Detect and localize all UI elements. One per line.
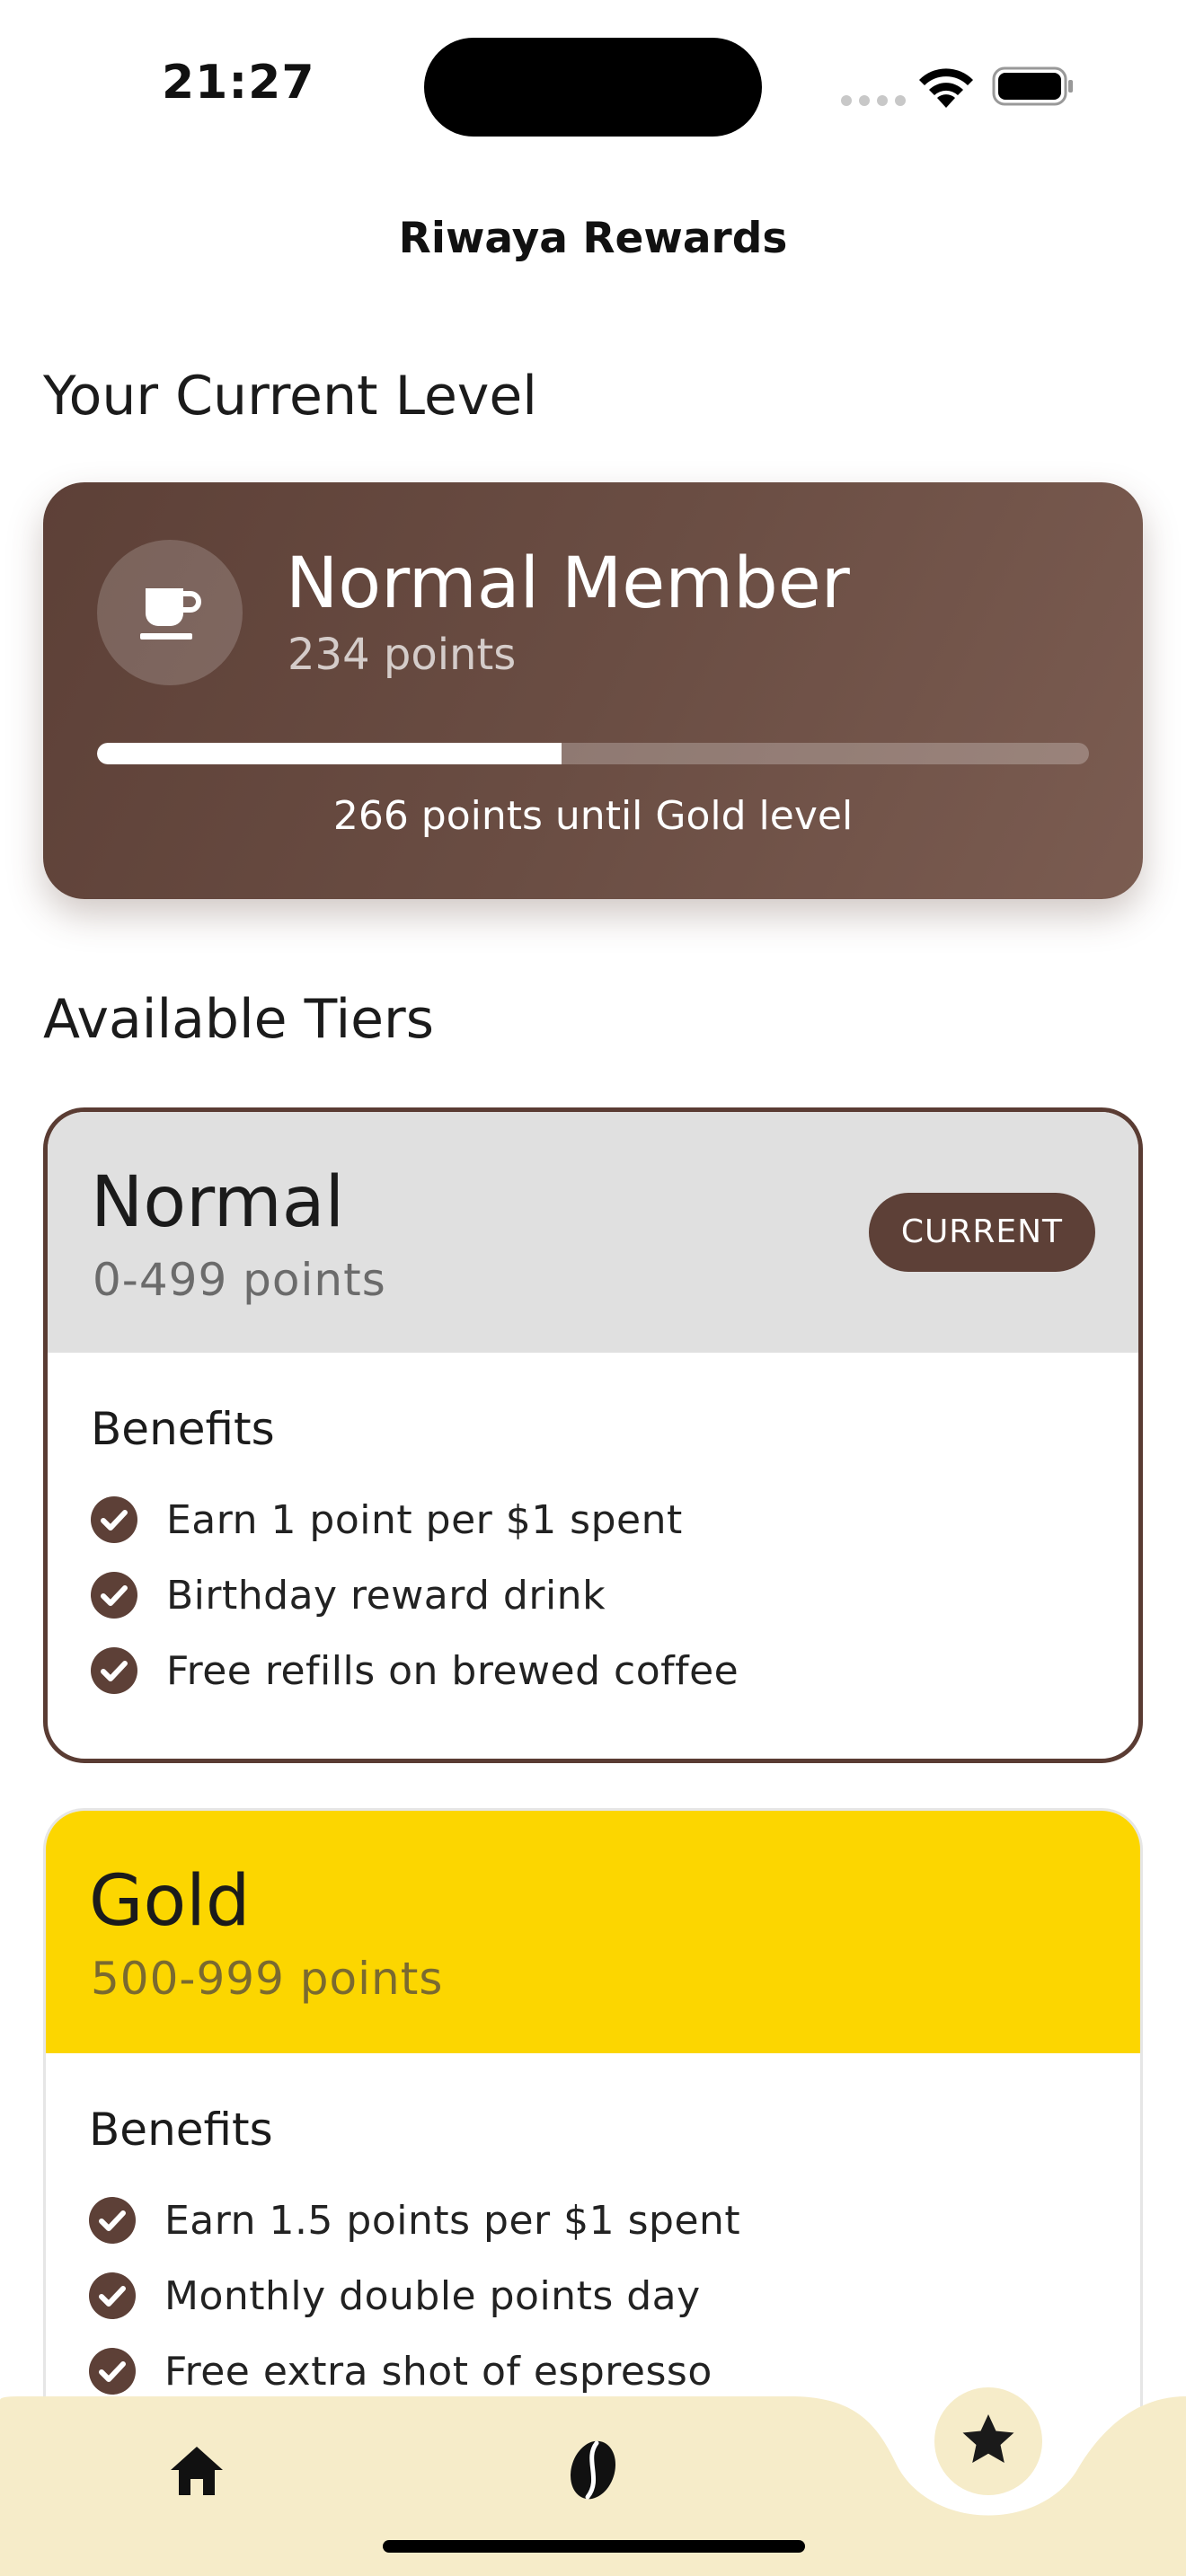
coffee-cup-icon (140, 588, 201, 640)
level-icon-circle (97, 540, 243, 685)
benefit-item: Earn 1 point per $1 spent (91, 1493, 683, 1547)
benefit-item: Birthday reward drink (91, 1568, 606, 1622)
check-circle-icon (89, 2272, 136, 2319)
check-circle-icon (91, 1647, 137, 1694)
level-points: 234 points (288, 630, 517, 680)
benefit-text: Monthly double points day (164, 2272, 701, 2319)
level-progress-bar (97, 743, 1089, 764)
current-badge: CURRENT (868, 1193, 1095, 1272)
coffee-bean-icon[interactable] (566, 2438, 620, 2502)
star-icon (962, 2414, 1014, 2463)
battery-icon (992, 66, 1073, 106)
current-level-heading: Your Current Level (43, 365, 537, 428)
cellular-signal-icon (841, 95, 906, 106)
benefit-text: Birthday reward drink (166, 1572, 606, 1619)
tier-range: 0-499 points (93, 1254, 386, 1306)
current-level-card: Normal Member 234 points 266 points unti… (43, 482, 1143, 899)
tier-range: 500-999 points (91, 1953, 444, 2005)
check-circle-icon (91, 1496, 137, 1543)
progress-caption: 266 points until Gold level (332, 793, 854, 839)
tier-header: Gold 500-999 points (46, 1811, 1140, 2053)
status-time: 21:27 (162, 56, 315, 110)
dynamic-island (424, 38, 762, 137)
home-icon[interactable] (167, 2441, 226, 2501)
tier-card-normal[interactable]: Normal 0-499 points CURRENT Benefits Ear… (43, 1107, 1143, 1763)
check-circle-icon (89, 2197, 136, 2244)
benefit-text: Free refills on brewed coffee (166, 1647, 739, 1694)
wifi-icon (919, 68, 973, 108)
benefit-item: Monthly double points day (89, 2269, 701, 2323)
benefit-item: Free refills on brewed coffee (91, 1644, 739, 1698)
tier-name: Normal (91, 1162, 345, 1243)
benefit-item: Free extra shot of espresso (89, 2344, 712, 2398)
benefit-text: Free extra shot of espresso (164, 2348, 712, 2395)
tiers-heading: Available Tiers (43, 988, 434, 1051)
status-bar: 21:27 (0, 0, 1186, 171)
benefit-text: Earn 1 point per $1 spent (166, 1496, 683, 1543)
check-circle-icon (91, 1572, 137, 1619)
home-indicator (383, 2540, 805, 2553)
check-circle-icon (89, 2348, 136, 2395)
rewards-tab-button[interactable] (934, 2387, 1042, 2495)
benefit-item: Earn 1.5 points per $1 spent (89, 2193, 740, 2247)
benefits-title: Benefits (89, 2104, 273, 2156)
benefit-text: Earn 1.5 points per $1 spent (164, 2197, 741, 2244)
level-name: Normal Member (286, 543, 850, 624)
nav-title: Riwaya Rewards (398, 214, 788, 263)
benefits-title: Benefits (91, 1403, 275, 1455)
tier-name: Gold (89, 1861, 251, 1942)
level-progress-fill (97, 743, 562, 764)
tier-header: Normal 0-499 points CURRENT (48, 1112, 1138, 1353)
